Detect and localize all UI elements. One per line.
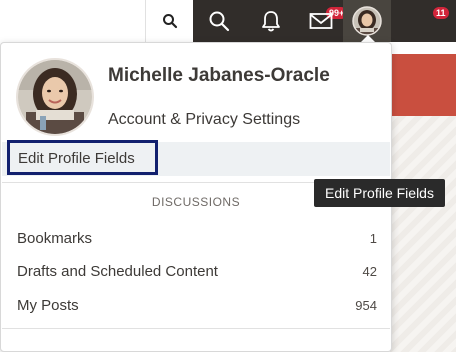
profile-avatar[interactable]	[16, 58, 94, 136]
search-icon	[162, 14, 177, 29]
divider	[2, 328, 390, 329]
page-background	[0, 0, 145, 42]
menu-item-count: 1	[369, 230, 377, 246]
bell-icon	[262, 11, 280, 32]
menu-item-drafts[interactable]: Drafts and Scheduled Content 42	[17, 260, 377, 282]
edit-profile-fields-link[interactable]: Edit Profile Fields	[7, 140, 158, 175]
menu-item-count: 954	[355, 297, 377, 313]
site-search-button[interactable]	[145, 0, 193, 42]
messages-count-badge: 11	[432, 6, 450, 20]
menu-item-label: Drafts and Scheduled Content	[17, 262, 218, 280]
menu-item-bookmarks[interactable]: Bookmarks 1	[17, 227, 377, 249]
account-privacy-settings-link[interactable]: Account & Privacy Settings	[108, 111, 300, 129]
profile-photo	[18, 60, 92, 134]
envelope-icon	[309, 13, 333, 29]
profile-name[interactable]: Michelle Jabanes-Oracle	[108, 65, 330, 87]
messages-button[interactable]: 11	[301, 0, 450, 42]
notifications-button[interactable]: 99+	[251, 0, 349, 42]
menu-caret	[361, 35, 375, 42]
menu-item-my-posts[interactable]: My Posts 954	[17, 294, 377, 316]
menu-item-label: Bookmarks	[17, 229, 93, 247]
tooltip: Edit Profile Fields	[314, 179, 445, 207]
page-background-texture	[390, 116, 456, 352]
menu-item-count: 42	[362, 263, 377, 279]
avatar	[352, 6, 382, 36]
global-search-button[interactable]	[201, 0, 237, 42]
menu-item-label: My Posts	[17, 296, 79, 314]
top-navigation-bar: 99+ 11	[193, 0, 456, 42]
search-icon	[209, 11, 230, 32]
